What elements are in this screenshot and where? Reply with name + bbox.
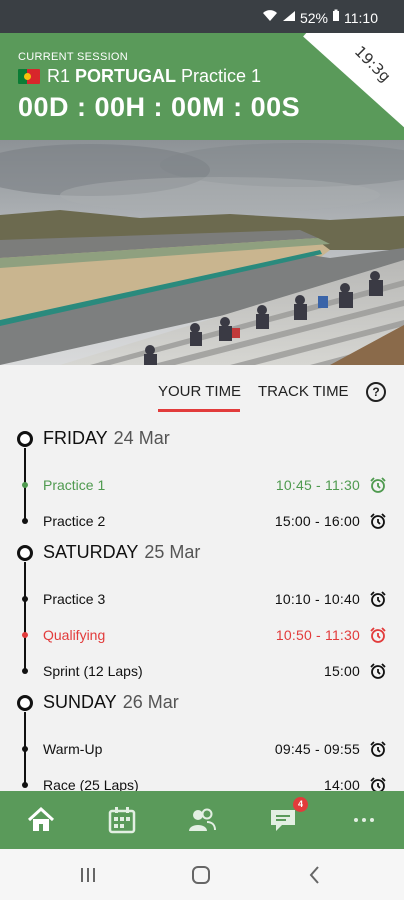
session-title: R1 PORTUGAL Practice 1 — [18, 66, 261, 87]
session-label[interactable]: Race (25 Laps) — [43, 777, 139, 791]
session-time: 14:00 — [323, 777, 360, 791]
alarm-icon[interactable] — [369, 776, 387, 791]
day-header: FRIDAY 24 Mar — [17, 428, 170, 449]
schedule-list: FRIDAY 24 Mar Practice 1 10:45 - 11:30 Pract… — [0, 415, 404, 791]
day-name: FRIDAY — [43, 428, 108, 448]
bottom-navigation: 4 — [0, 791, 404, 849]
session-time: 10:45 - 11:30 — [275, 477, 360, 493]
timeline-dot — [22, 518, 28, 524]
day-marker-icon — [17, 544, 33, 561]
status-bar: 52% 11:10 — [0, 0, 404, 33]
day-marker-icon — [17, 430, 33, 447]
timeline-dot — [22, 632, 28, 638]
session-label[interactable]: Sprint (12 Laps) — [43, 663, 143, 679]
session-name: Practice 1 — [181, 66, 262, 86]
timeline-line — [24, 562, 26, 671]
portugal-flag-icon — [18, 69, 40, 84]
calendar-icon[interactable] — [107, 805, 137, 835]
timeline-dot — [22, 596, 28, 602]
circuit-photo — [0, 140, 404, 365]
session-label[interactable]: Qualifying — [43, 627, 105, 643]
corner-ribbon — [303, 33, 404, 140]
more-icon[interactable] — [349, 805, 379, 835]
timeline-dot — [22, 782, 28, 788]
signal-icon — [282, 10, 296, 26]
session-time: 09:45 - 09:55 — [274, 741, 360, 757]
alarm-icon[interactable] — [369, 662, 387, 680]
alarm-icon[interactable] — [369, 626, 387, 644]
alarm-icon[interactable] — [369, 512, 387, 530]
help-icon[interactable]: ? — [366, 382, 386, 402]
session-label[interactable]: Practice 1 — [43, 477, 105, 493]
alarm-icon[interactable] — [369, 476, 387, 494]
system-navigation-bar — [0, 849, 404, 900]
timeline-dot — [22, 482, 28, 488]
battery-percent: 52% — [299, 9, 328, 26]
day-name: SATURDAY — [43, 542, 139, 562]
countdown-timer: 00D : 00H : 00M : 00S — [18, 92, 301, 122]
time-tabs: YOUR TIME TRACK TIME ? — [0, 365, 404, 415]
wifi-icon — [262, 9, 278, 26]
session-label[interactable]: Practice 3 — [43, 591, 105, 607]
home-icon[interactable] — [26, 805, 56, 835]
timeline-dot — [22, 668, 28, 674]
day-marker-icon — [17, 694, 33, 711]
recent-apps-icon[interactable] — [81, 868, 95, 882]
day-header: SATURDAY 25 Mar — [17, 542, 200, 563]
alarm-icon[interactable] — [369, 740, 387, 758]
country-name: PORTUGAL — [75, 66, 177, 86]
session-time: 10:50 - 11:30 — [275, 627, 360, 643]
day-header: SUNDAY 26 Mar — [17, 692, 179, 713]
session-time: 15:00 — [323, 663, 360, 679]
day-date: 26 Mar — [122, 692, 179, 712]
back-icon[interactable] — [309, 866, 319, 884]
active-tab-indicator — [158, 409, 240, 412]
riders-icon[interactable] — [187, 805, 217, 835]
alarm-icon[interactable] — [369, 590, 387, 608]
tab-your-time[interactable]: YOUR TIME — [158, 383, 241, 400]
timeline-dot — [22, 746, 28, 752]
battery-icon — [332, 9, 340, 26]
session-label[interactable]: Warm-Up — [43, 741, 102, 757]
day-name: SUNDAY — [43, 692, 117, 712]
session-time: 10:10 - 10:40 — [274, 591, 360, 607]
day-date: 24 Mar — [113, 428, 170, 448]
current-session-banner[interactable]: CURRENT SESSION R1 PORTUGAL Practice 1 0… — [0, 33, 404, 140]
chat-icon[interactable] — [268, 805, 298, 835]
system-home-icon[interactable] — [192, 866, 210, 884]
chat-badge: 4 — [293, 797, 308, 812]
session-time: 15:00 - 16:00 — [274, 513, 360, 529]
day-date: 25 Mar — [144, 542, 201, 562]
tab-track-time[interactable]: TRACK TIME — [258, 383, 349, 400]
session-label[interactable]: Practice 2 — [43, 513, 105, 529]
clock: 11:10 — [344, 9, 378, 26]
current-session-label: CURRENT SESSION — [18, 51, 129, 63]
round-number: R1 — [47, 66, 71, 86]
